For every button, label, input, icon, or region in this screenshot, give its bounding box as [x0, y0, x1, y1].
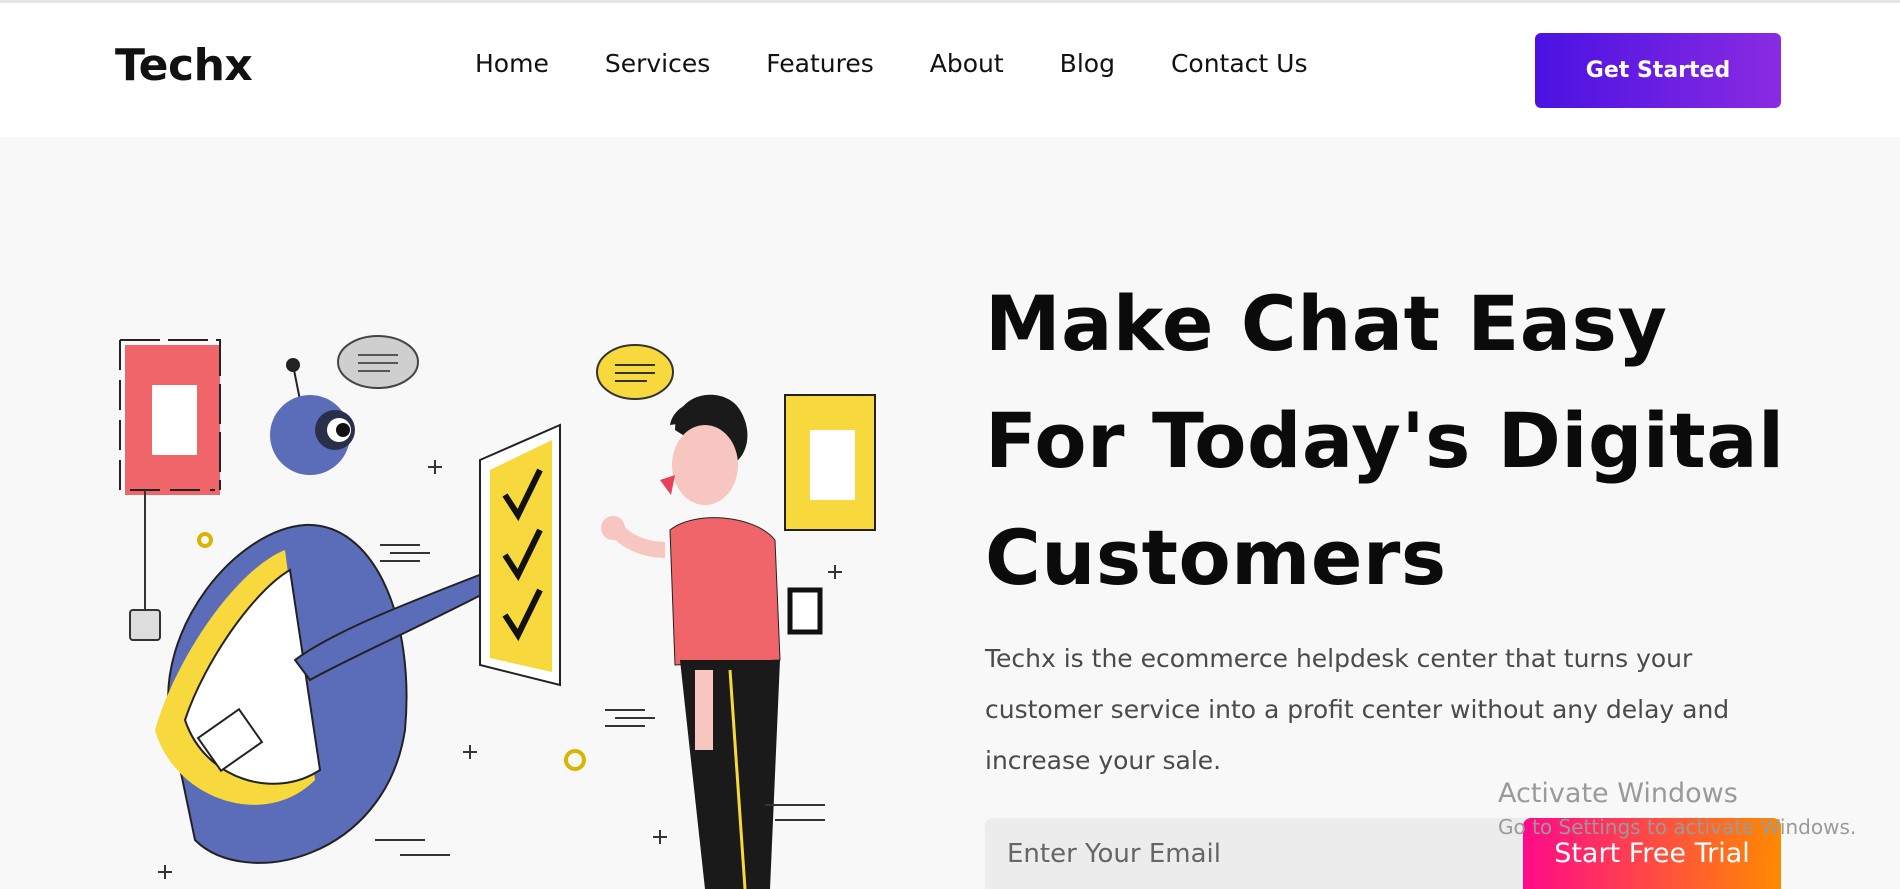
man-icon: [601, 394, 781, 889]
nav-contact-us[interactable]: Contact Us: [1171, 49, 1308, 78]
nav-features[interactable]: Features: [766, 49, 874, 78]
nav-services[interactable]: Services: [605, 49, 710, 78]
hero-title-line-2: For Today's Digital: [985, 396, 1785, 485]
main-nav: Home Services Features About Blog Contac…: [475, 49, 1307, 78]
hero-description: Techx is the ecommerce helpdesk center t…: [985, 644, 1730, 775]
email-input[interactable]: [985, 818, 1545, 889]
hero-title-line-1: Make Chat Easy: [985, 279, 1668, 368]
yellow-poster-icon: [784, 394, 876, 635]
brand-logo[interactable]: Techx: [115, 40, 253, 91]
site-header: Techx Home Services Features About Blog …: [0, 3, 1900, 137]
watermark-title: Activate Windows: [1498, 778, 1738, 809]
hero-illustration: [119, 335, 876, 889]
checklist-board-icon: [479, 423, 561, 687]
hero-title: Make Chat Easy For Today's Digital Custo…: [985, 265, 1805, 616]
speech-bubble-yellow-icon: [596, 344, 674, 400]
watermark-subtitle: Go to Settings to activate Windows.: [1498, 815, 1857, 839]
hero-title-line-3: Customers: [985, 513, 1447, 602]
windows-activation-watermark: Activate Windows Go to Settings to activ…: [1498, 778, 1856, 839]
nav-blog[interactable]: Blog: [1060, 49, 1115, 78]
get-started-button[interactable]: Get Started: [1535, 33, 1781, 108]
nav-about[interactable]: About: [930, 49, 1004, 78]
nav-home[interactable]: Home: [475, 49, 549, 78]
speech-bubble-grey-icon: [337, 335, 419, 389]
